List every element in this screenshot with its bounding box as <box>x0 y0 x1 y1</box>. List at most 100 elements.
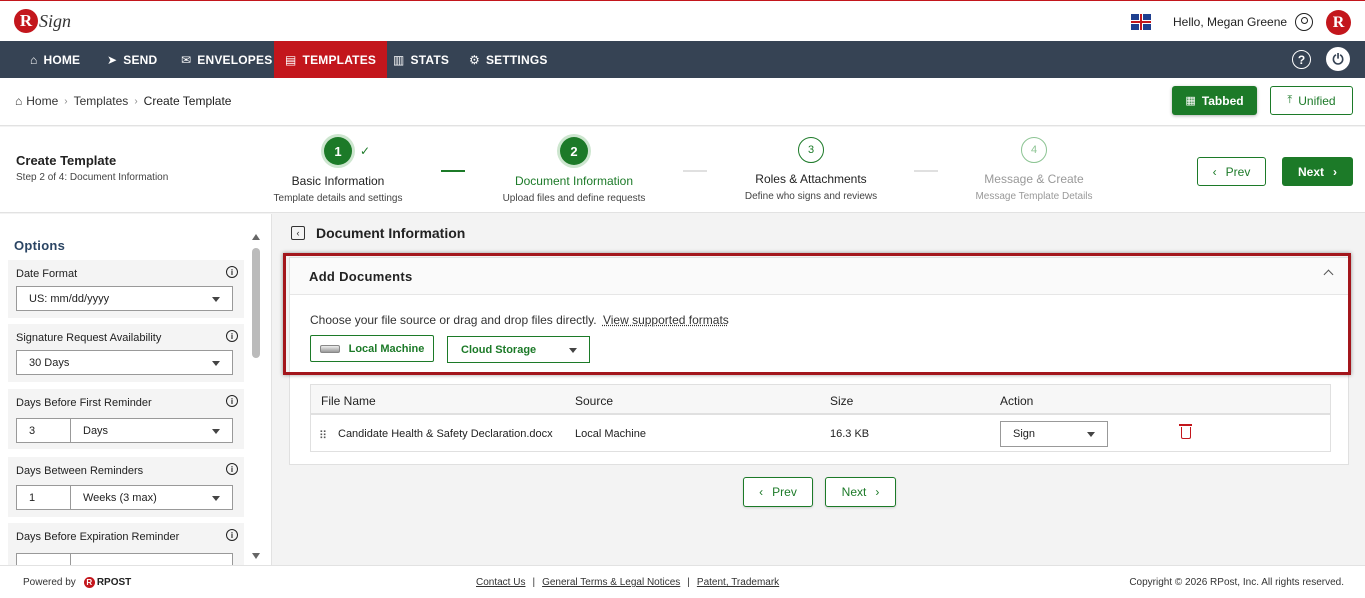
nav-settings[interactable]: ⚙ SETTINGS <box>469 41 548 78</box>
scroll-thumb[interactable] <box>252 248 260 358</box>
nav-stats[interactable]: ▥ STATS <box>393 41 449 78</box>
prev-step-button[interactable]: ‹ Prev <box>1197 157 1266 186</box>
step-4-circle: 4 <box>1021 137 1047 163</box>
envelope-icon: ✉ <box>181 52 192 67</box>
chevron-left-icon: ‹ <box>759 485 764 499</box>
main-nav: ⌂ HOME ➤ SEND ✉ ENVELOPES ▤ TEMPLATES ▥ STATS… <box>0 41 1365 78</box>
step-1-circle: 1 <box>324 137 352 165</box>
col-source: Source <box>575 394 614 408</box>
rpost-logo-icon: R <box>83 577 95 588</box>
top-bar: R Sign Hello, Megan Greene R <box>0 0 1365 41</box>
step-2-circle: 2 <box>560 137 588 165</box>
file-size: 16.3 KB <box>830 428 870 440</box>
collapse-sidebar-icon[interactable]: ‹ <box>291 226 305 240</box>
col-action: Action <box>1000 394 1034 408</box>
expiration-reminder-number[interactable] <box>16 553 71 565</box>
chevron-right-icon: › <box>1333 164 1337 179</box>
step-3-label: Roles & Attachments <box>755 172 867 186</box>
scroll-down-arrow-icon[interactable] <box>252 553 260 559</box>
tabbed-view-button[interactable]: ▦ Tabbed <box>1172 86 1257 115</box>
date-format-select[interactable]: US: mm/dd/yyyy <box>16 286 233 311</box>
breadcrumb-bar: ⌂ Home › Templates › Create Template ▦ T… <box>0 78 1365 126</box>
between-reminders-label: Days Between Reminders <box>16 465 144 477</box>
step-2-sub: Upload files and define requests <box>502 193 646 204</box>
nav-envelopes[interactable]: ✉ ENVELOPES <box>181 41 272 78</box>
availability-label: Signature Request Availability <box>16 332 162 344</box>
home-icon: ⌂ <box>30 52 38 67</box>
option-date-format: Date Format i US: mm/dd/yyyy <box>8 260 244 318</box>
contact-us-link[interactable]: Contact Us <box>476 577 525 588</box>
drag-handle-icon[interactable]: ⠿ <box>319 429 327 442</box>
option-expiration-reminder: Days Before Expiration Reminder i <box>8 523 244 565</box>
next-step-button[interactable]: Next › <box>1282 157 1353 186</box>
prev-button[interactable]: ‹ Prev <box>743 477 813 507</box>
logo-letter: R <box>14 9 38 33</box>
user-greeting: Hello, Megan Greene <box>1173 15 1288 29</box>
step-roles-attachments[interactable]: 3 Roles & Attachments Define who signs a… <box>701 137 921 202</box>
chevron-down-icon <box>212 297 220 302</box>
breadcrumb-home[interactable]: Home <box>26 94 58 108</box>
col-size: Size <box>830 394 854 408</box>
chevron-down-icon <box>569 348 577 353</box>
link-separator: | <box>532 577 536 588</box>
rpost-logo: R RPOST <box>83 577 131 588</box>
supported-formats-link[interactable]: View supported formats <box>603 313 729 327</box>
footer-links: Contact Us | General Terms & Legal Notic… <box>476 577 779 588</box>
info-icon[interactable]: i <box>226 529 238 541</box>
patent-link[interactable]: Patent, Trademark <box>697 577 779 588</box>
add-documents-header[interactable]: Add Documents <box>290 258 1348 295</box>
options-scrollbar[interactable] <box>252 234 261 559</box>
local-machine-button[interactable]: Local Machine <box>310 335 434 362</box>
availability-select[interactable]: 30 Days <box>16 350 233 375</box>
info-icon[interactable]: i <box>226 266 238 278</box>
file-source: Local Machine <box>575 428 646 440</box>
step-3-sub: Define who signs and reviews <box>744 191 878 202</box>
trash-icon[interactable] <box>1179 424 1192 439</box>
step-1-sub: Template details and settings <box>273 193 403 204</box>
step-basic-information[interactable]: 1 ✓ Basic Information Template details a… <box>228 137 448 204</box>
stats-icon: ▥ <box>393 52 405 67</box>
info-icon[interactable]: i <box>226 330 238 342</box>
account-badge[interactable]: R <box>1326 10 1351 35</box>
chevron-down-icon <box>1087 432 1095 437</box>
help-icon[interactable]: ? <box>1292 50 1311 69</box>
terms-link[interactable]: General Terms & Legal Notices <box>542 577 680 588</box>
nav-home[interactable]: ⌂ HOME <box>30 41 80 78</box>
table-header: File Name Source Size Action <box>311 385 1330 415</box>
template-icon: ▤ <box>285 52 297 67</box>
documents-table: File Name Source Size Action ⠿ Candidate… <box>310 384 1331 452</box>
option-availability: Signature Request Availability i 30 Days <box>8 324 244 382</box>
send-icon: ➤ <box>107 52 118 67</box>
step-1-label: Basic Information <box>291 174 385 188</box>
step-message-create[interactable]: 4 Message & Create Message Template Deta… <box>924 137 1144 202</box>
between-reminders-unit-select[interactable]: Weeks (3 max) <box>70 485 233 510</box>
footer: Powered by R RPOST Contact Us | General … <box>0 565 1365 598</box>
user-profile-icon[interactable] <box>1295 13 1313 31</box>
chevron-up-icon[interactable] <box>1323 269 1334 280</box>
uk-flag-icon[interactable] <box>1131 14 1151 30</box>
chevron-down-icon <box>212 361 220 366</box>
nav-templates[interactable]: ▤ TEMPLATES <box>274 41 388 78</box>
expiration-reminder-unit-select[interactable] <box>70 553 233 565</box>
first-reminder-number[interactable]: 3 <box>16 418 71 443</box>
grid-icon: ▦ <box>1185 95 1196 107</box>
next-button[interactable]: Next › <box>825 477 896 507</box>
step-document-information[interactable]: 2 Document Information Upload files and … <box>464 137 684 204</box>
between-reminders-number[interactable]: 1 <box>16 485 71 510</box>
col-file-name: File Name <box>321 394 376 408</box>
nav-send[interactable]: ➤ SEND <box>107 41 157 78</box>
option-between-reminders: Days Between Reminders i 1 Weeks (3 max) <box>8 457 244 517</box>
unified-view-button[interactable]: ⤒ Unified <box>1270 86 1353 115</box>
chevron-left-icon: ‹ <box>1212 164 1217 179</box>
breadcrumb-templates[interactable]: Templates <box>74 94 129 108</box>
scroll-up-arrow-icon[interactable] <box>252 234 260 240</box>
stepper-header: Create Template Step 2 of 4: Document In… <box>0 127 1365 213</box>
breadcrumb-home-icon: ⌂ <box>15 94 23 108</box>
info-icon[interactable]: i <box>226 463 238 475</box>
power-icon[interactable]: ⏻ <box>1326 47 1350 71</box>
info-icon[interactable]: i <box>226 395 238 407</box>
cloud-storage-select[interactable]: Cloud Storage <box>447 336 590 363</box>
action-select[interactable]: Sign <box>1000 421 1108 447</box>
rsign-logo[interactable]: R Sign <box>14 6 71 36</box>
first-reminder-unit-select[interactable]: Days <box>70 418 233 443</box>
